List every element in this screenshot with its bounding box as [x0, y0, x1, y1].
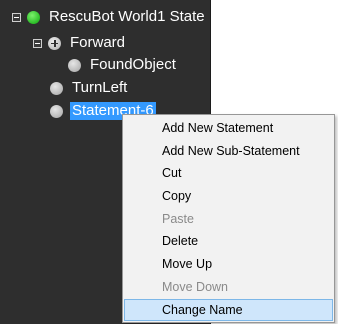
menu-item-cut[interactable]: Cut: [124, 162, 333, 184]
tree-node-foundobject[interactable]: FoundObject: [68, 55, 178, 75]
tree-node-label: TurnLeft: [72, 79, 128, 96]
tree-node-label: FoundObject: [90, 56, 176, 73]
menu-item-move-down[interactable]: Move Down: [124, 276, 333, 298]
collapse-toggle-icon[interactable]: [12, 12, 21, 22]
plus-circle-icon: [48, 36, 61, 50]
tree-node-root[interactable]: RescuBot World1 State: [12, 7, 207, 27]
menu-item-move-up[interactable]: Move Up: [124, 253, 333, 275]
context-menu: Add New Statement Add New Sub-Statement …: [122, 114, 335, 323]
tree-node-label: RescuBot World1 State: [49, 8, 205, 25]
tree-node-forward[interactable]: Forward: [33, 33, 127, 53]
menu-item-add-new-statement[interactable]: Add New Statement: [124, 117, 333, 139]
tree-node-turnleft[interactable]: TurnLeft: [50, 78, 129, 98]
gray-circle-icon: [68, 58, 81, 72]
menu-item-copy[interactable]: Copy: [124, 185, 333, 207]
green-circle-icon: [27, 10, 40, 24]
gray-circle-icon: [50, 104, 63, 118]
menu-item-paste[interactable]: Paste: [124, 208, 333, 230]
collapse-toggle-icon[interactable]: [33, 38, 42, 48]
menu-item-delete[interactable]: Delete: [124, 230, 333, 252]
tree-node-label: Forward: [70, 34, 126, 51]
gray-circle-icon: [50, 81, 63, 95]
menu-item-change-name[interactable]: Change Name: [124, 299, 333, 321]
menu-item-add-new-sub-statement[interactable]: Add New Sub-Statement: [124, 140, 333, 162]
